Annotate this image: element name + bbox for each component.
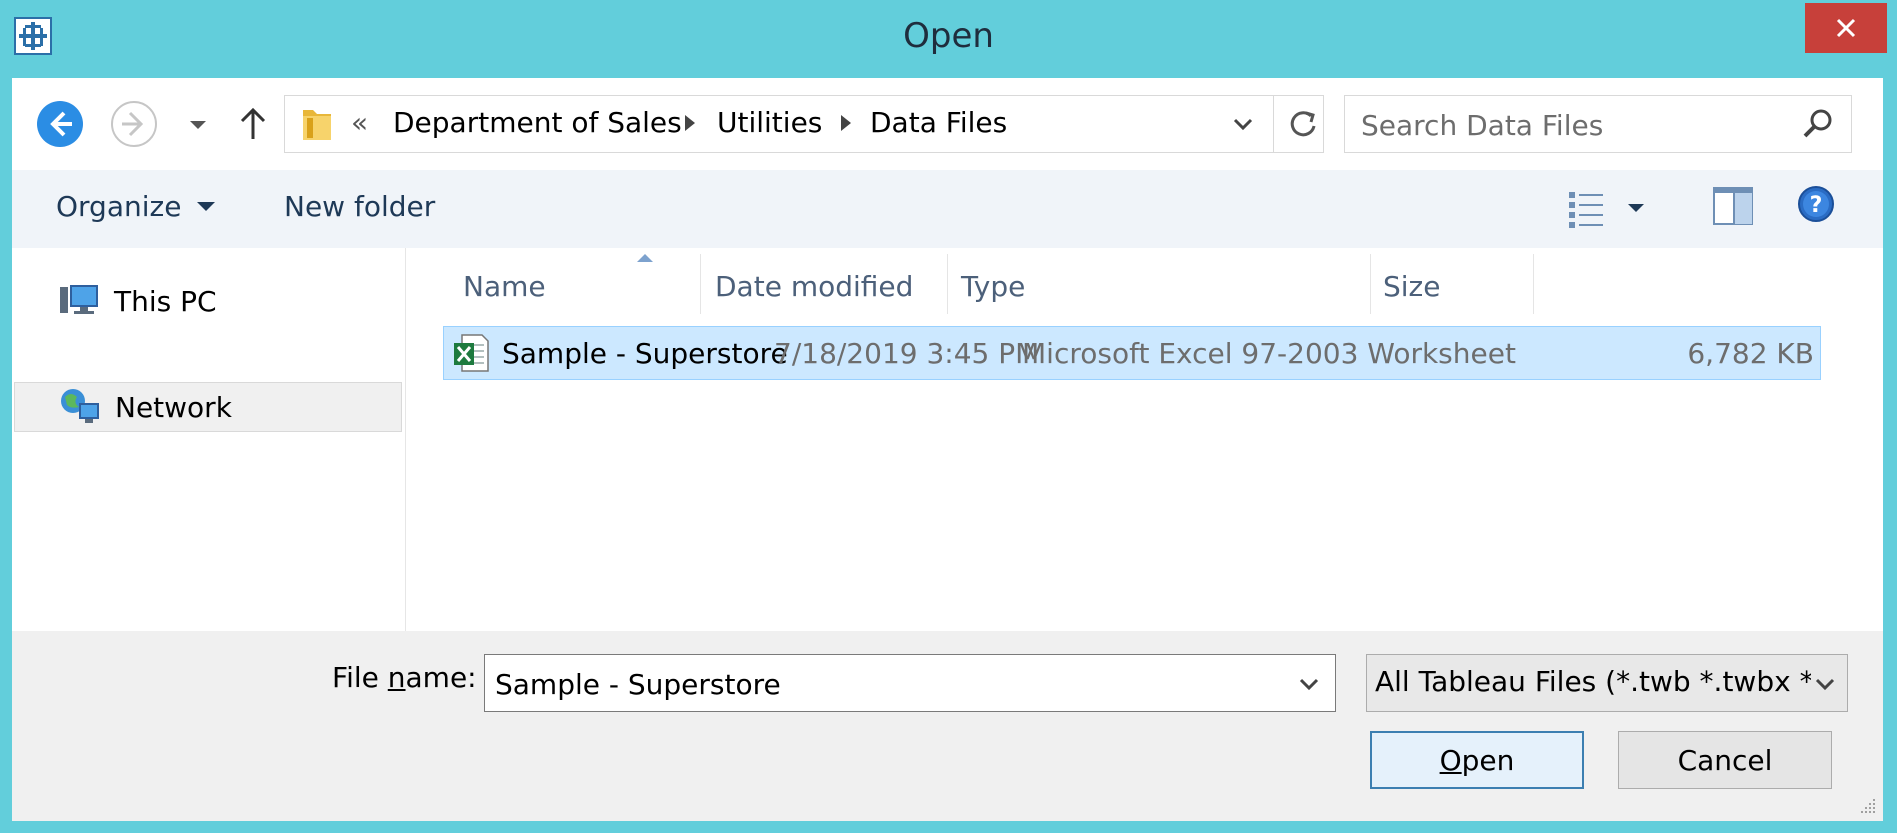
- address-dropdown-icon[interactable]: [1229, 106, 1257, 142]
- chevron-down-icon: [190, 121, 206, 129]
- file-row[interactable]: Sample - Superstore 7/18/2019 3:45 PM Mi…: [443, 326, 1821, 380]
- navigation-bar: « Department of Sales Utilities Data Fil…: [12, 78, 1883, 170]
- forward-button[interactable]: [108, 98, 160, 150]
- file-name-label: File name:: [332, 661, 477, 694]
- open-dialog: Open « Department of Sales Utilities Dat…: [0, 0, 1897, 833]
- details-view-icon[interactable]: [1567, 186, 1607, 230]
- breadcrumb-department-of-sales[interactable]: Department of Sales: [393, 106, 682, 139]
- file-type-selected: All Tableau Files (*.twb *.twbx *: [1375, 665, 1814, 698]
- column-header-name[interactable]: Name: [463, 258, 546, 314]
- new-folder-button[interactable]: New folder: [284, 190, 435, 223]
- address-bar[interactable]: « Department of Sales Utilities Data Fil…: [284, 95, 1324, 153]
- search-input[interactable]: [1359, 104, 1783, 146]
- close-icon: [1836, 18, 1856, 38]
- content-area: This PC Network Name Date modified Type …: [12, 248, 1883, 631]
- navigation-pane: This PC Network: [12, 248, 406, 631]
- column-header-size[interactable]: Size: [1383, 258, 1440, 314]
- column-header-date-modified[interactable]: Date modified: [715, 258, 913, 314]
- address-overflow[interactable]: «: [351, 106, 368, 139]
- back-button[interactable]: [34, 98, 86, 150]
- up-button[interactable]: [232, 102, 274, 146]
- address-divider: [1273, 96, 1274, 152]
- file-name-combobox[interactable]: [484, 654, 1336, 712]
- command-toolbar: Organize New folder ?: [12, 170, 1883, 248]
- dialog-footer: File name: All Tableau Files (*.twb *.tw…: [12, 631, 1883, 821]
- column-divider[interactable]: [947, 254, 948, 314]
- breadcrumb-separator[interactable]: [685, 115, 695, 131]
- search-icon[interactable]: [1799, 105, 1837, 143]
- close-button[interactable]: [1805, 3, 1887, 53]
- file-date-cell: 7/18/2019 3:45 PM: [774, 337, 1040, 370]
- file-size-cell: 6,782 KB: [1687, 337, 1814, 370]
- file-list: Name Date modified Type Size Sample - Su…: [407, 248, 1883, 631]
- open-button[interactable]: Open: [1370, 731, 1584, 789]
- network-icon: [61, 389, 99, 423]
- back-arrow-icon: [37, 101, 83, 147]
- breadcrumb-separator[interactable]: [841, 115, 851, 131]
- view-options-dropdown-icon[interactable]: [1626, 201, 1646, 215]
- computer-icon: [60, 285, 98, 314]
- breadcrumb-utilities[interactable]: Utilities: [717, 106, 822, 139]
- nav-item-this-pc[interactable]: This PC: [14, 276, 402, 326]
- chevron-down-icon: [197, 202, 216, 211]
- organize-button[interactable]: Organize: [56, 190, 216, 223]
- recent-locations-button[interactable]: [180, 108, 216, 142]
- refresh-icon[interactable]: [1283, 104, 1323, 144]
- chevron-down-icon[interactable]: [1295, 669, 1323, 699]
- cancel-button[interactable]: Cancel: [1618, 731, 1832, 789]
- nav-item-label: This PC: [114, 284, 217, 318]
- column-divider[interactable]: [1370, 254, 1371, 314]
- excel-file-icon: [454, 334, 489, 372]
- file-type-select[interactable]: All Tableau Files (*.twb *.twbx *: [1366, 654, 1848, 712]
- folder-icon: [303, 110, 331, 140]
- resize-grip-icon[interactable]: [1859, 797, 1877, 815]
- search-box[interactable]: [1344, 95, 1852, 153]
- file-name-input[interactable]: [493, 663, 1277, 705]
- window-title: Open: [903, 16, 994, 56]
- column-divider[interactable]: [700, 254, 701, 314]
- file-type-cell: Microsoft Excel 97-2003 Worksheet: [1022, 337, 1516, 370]
- organize-label: Organize: [56, 190, 182, 223]
- preview-pane-icon[interactable]: [1712, 184, 1754, 228]
- up-arrow-icon: [240, 107, 266, 139]
- nav-item-network[interactable]: Network: [14, 382, 402, 432]
- help-icon[interactable]: ?: [1796, 184, 1836, 224]
- nav-item-label: Network: [115, 390, 232, 424]
- column-header-type[interactable]: Type: [961, 258, 1025, 314]
- svg-text:?: ?: [1810, 193, 1823, 218]
- forward-arrow-icon: [111, 101, 157, 147]
- dialog-client: « Department of Sales Utilities Data Fil…: [12, 78, 1883, 821]
- sort-ascending-icon: [637, 254, 653, 262]
- chevron-down-icon: [1811, 669, 1839, 699]
- column-divider[interactable]: [1533, 254, 1534, 314]
- breadcrumb-data-files[interactable]: Data Files: [870, 106, 1007, 139]
- file-name-cell: Sample - Superstore: [502, 337, 788, 370]
